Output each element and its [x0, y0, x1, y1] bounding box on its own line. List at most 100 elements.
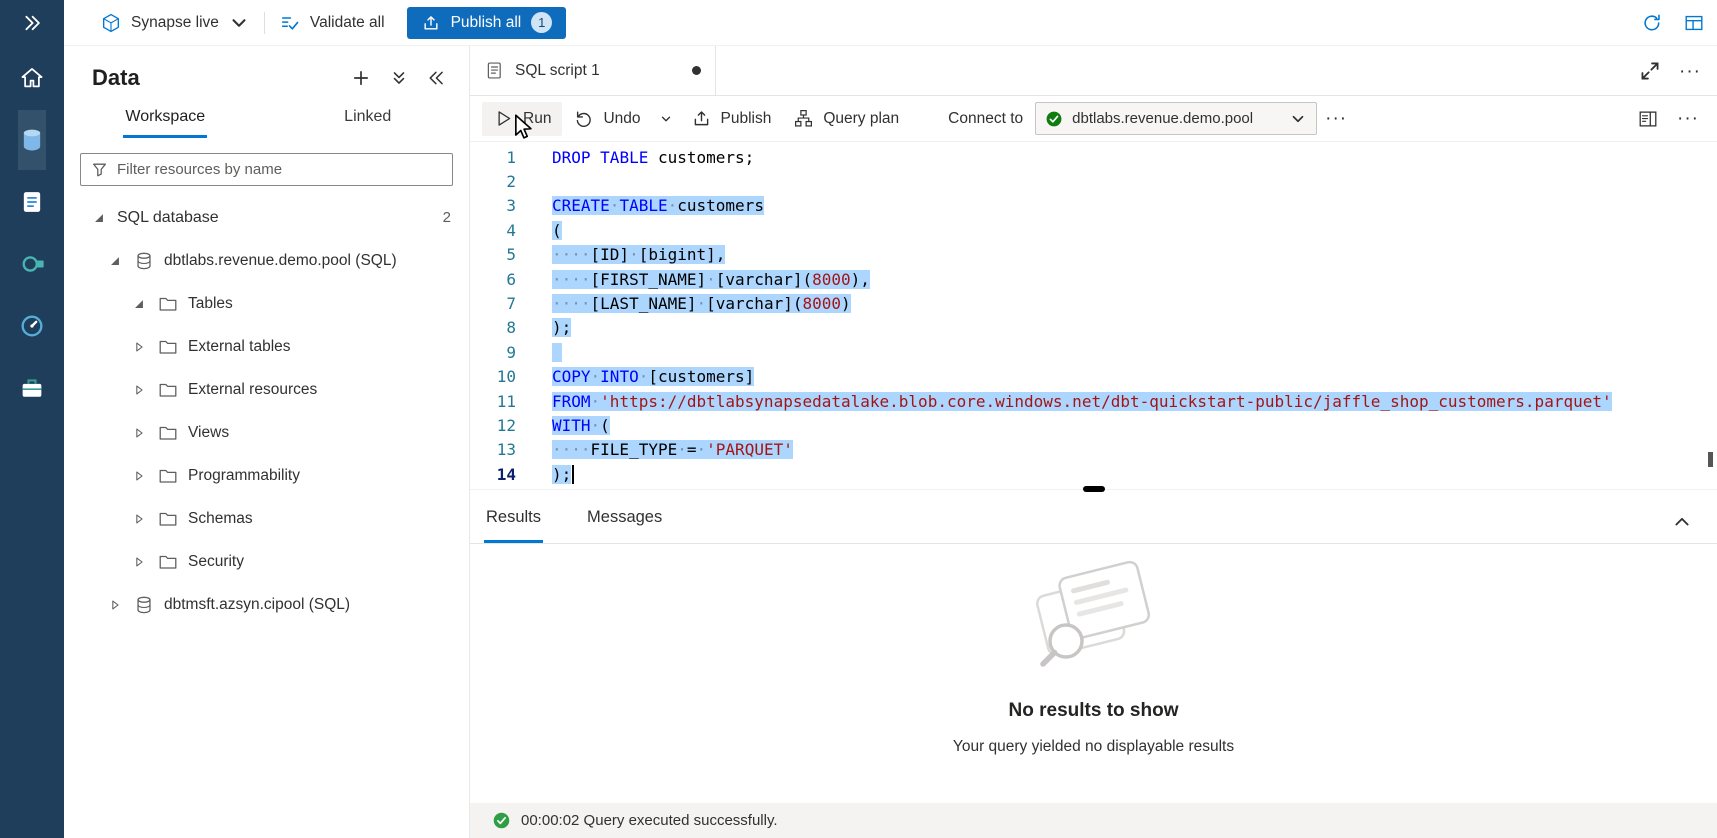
nav-rail-item-monitor[interactable]	[18, 296, 46, 356]
chevron-up-icon	[1672, 512, 1692, 532]
mode-selector[interactable]: Synapse live	[86, 0, 264, 45]
tree-item-external-tables[interactable]: External tables	[64, 325, 469, 368]
tab-more-button[interactable]: ···	[1671, 52, 1709, 90]
tree-item-programmability[interactable]: Programmability	[64, 454, 469, 497]
code-line-7[interactable]: 7····[LAST_NAME]·[varchar](8000)	[470, 291, 1717, 315]
validate-all-button[interactable]: Validate all	[265, 0, 399, 45]
undo-icon	[573, 108, 594, 129]
code-line-13[interactable]: 13····FILE_TYPE·=·'PARQUET'	[470, 438, 1717, 462]
splitter-handle[interactable]	[1083, 486, 1105, 492]
expand-node-icon[interactable]	[130, 467, 148, 485]
expand-nav-button[interactable]	[0, 0, 64, 46]
collapse-results-button[interactable]	[1663, 503, 1701, 541]
validate-all-label: Validate all	[310, 14, 385, 32]
nav-rail-item-home[interactable]	[18, 48, 46, 108]
tree-item-schemas[interactable]: Schemas	[64, 497, 469, 540]
code-line-10[interactable]: 10COPY·INTO·[customers]	[470, 365, 1717, 389]
nav-rail	[0, 0, 64, 838]
toolbar-overflow-button[interactable]: ···	[1669, 100, 1707, 138]
filter-resources-input[interactable]	[117, 161, 442, 178]
undo-dropdown-button[interactable]	[652, 102, 680, 136]
code-line-12[interactable]: 12WITH·(	[470, 413, 1717, 437]
line-number: 6	[470, 270, 516, 289]
collapse-all-button[interactable]	[383, 62, 415, 94]
tabstrip-actions: ···	[1631, 52, 1709, 90]
expand-editor-button[interactable]	[1631, 52, 1669, 90]
tab-results[interactable]: Results	[484, 496, 543, 543]
collapse-node-icon[interactable]	[130, 295, 148, 313]
tab-linked[interactable]: Linked	[267, 102, 470, 138]
tab-messages[interactable]: Messages	[585, 496, 664, 543]
tree-item-label: External resources	[188, 381, 317, 399]
code-line-3[interactable]: 3CREATE·TABLE·customers	[470, 194, 1717, 218]
add-resource-button[interactable]	[345, 62, 377, 94]
code-line-14[interactable]: 14);	[470, 462, 1717, 486]
line-text: );	[516, 318, 571, 337]
line-number: 2	[470, 172, 516, 191]
properties-button[interactable]	[1629, 100, 1667, 138]
tree-item-security[interactable]: Security	[64, 540, 469, 583]
tree-item-dbtlabs-revenue-demo-pool-sql[interactable]: dbtlabs.revenue.demo.pool (SQL)	[64, 239, 469, 282]
publish-all-button[interactable]: Publish all 1	[407, 7, 567, 39]
query-plan-icon	[793, 108, 814, 129]
pool-select-dropdown[interactable]: dbtlabs.revenue.demo.pool	[1035, 102, 1317, 135]
code-line-5[interactable]: 5····[ID]·[bigint],	[470, 243, 1717, 267]
empty-results-subtitle: Your query yielded no displayable result…	[953, 738, 1234, 756]
folder-icon	[157, 422, 179, 444]
refresh-button[interactable]	[1633, 4, 1671, 42]
nav-rail-item-integrate[interactable]	[18, 234, 46, 294]
expand-node-icon[interactable]	[130, 510, 148, 528]
synapse-cube-icon	[100, 12, 122, 34]
nav-rail-item-data[interactable]	[18, 110, 46, 170]
tree-item-tables[interactable]: Tables	[64, 282, 469, 325]
expand-node-icon[interactable]	[130, 553, 148, 571]
tab-sql-script-1[interactable]: SQL script 1	[470, 46, 716, 95]
query-plan-button[interactable]: Query plan	[782, 102, 910, 136]
refresh-icon	[1641, 12, 1663, 34]
query-status-bar: 00:00:02 Query executed successfully.	[470, 803, 1717, 838]
editor-area: SQL script 1 ··· Run Undo	[470, 46, 1717, 838]
double-chevron-right-icon	[22, 13, 42, 33]
properties-panel-icon	[1637, 108, 1659, 130]
nav-rail-item-develop[interactable]	[18, 172, 46, 232]
line-text: WITH·(	[516, 416, 610, 435]
expand-node-icon[interactable]	[130, 424, 148, 442]
database-icon	[133, 250, 155, 272]
sql-code-editor[interactable]: 1DROP TABLE customers; 2 3CREATE·TABLE·cus…	[470, 142, 1717, 489]
tree-item-sql-database[interactable]: SQL database2	[64, 196, 469, 239]
collapse-node-icon[interactable]	[90, 209, 108, 227]
tree-item-external-resources[interactable]: External resources	[64, 368, 469, 411]
add-icon	[352, 69, 370, 87]
folder-icon	[157, 465, 179, 487]
expand-node-icon[interactable]	[106, 596, 124, 614]
grid-icon	[1683, 12, 1705, 34]
collapse-panel-button[interactable]	[421, 62, 453, 94]
grid-view-button[interactable]	[1675, 4, 1713, 42]
undo-button[interactable]: Undo	[562, 102, 651, 136]
code-line-11[interactable]: 11FROM·'https://dbtlabsynapsedatalake.bl…	[470, 389, 1717, 413]
expand-node-icon[interactable]	[130, 381, 148, 399]
tree-item-dbtmsft-azsyn-cipool-sql[interactable]: dbtmsft.azsyn.cipool (SQL)	[64, 583, 469, 626]
tab-workspace-label: Workspace	[123, 102, 207, 138]
code-line-2[interactable]: 2	[470, 169, 1717, 193]
data-panel-tabs: Workspace Linked	[64, 102, 469, 138]
collapse-node-icon[interactable]	[106, 252, 124, 270]
tree-item-views[interactable]: Views	[64, 411, 469, 454]
toolbar-more-button[interactable]: ···	[1317, 100, 1355, 138]
expand-node-icon[interactable]	[130, 338, 148, 356]
code-line-4[interactable]: 4(	[470, 218, 1717, 242]
tab-linked-label: Linked	[342, 102, 393, 138]
folder-icon	[157, 336, 179, 358]
query-plan-label: Query plan	[823, 110, 899, 128]
play-icon	[493, 108, 514, 129]
code-line-6[interactable]: 6····[FIRST_NAME]·[varchar](8000),	[470, 267, 1717, 291]
tab-results-label: Results	[486, 508, 541, 526]
run-button[interactable]: Run	[482, 102, 562, 136]
line-number: 5	[470, 245, 516, 264]
nav-rail-item-manage[interactable]	[18, 358, 46, 418]
publish-button[interactable]: Publish	[680, 102, 783, 136]
tab-workspace[interactable]: Workspace	[64, 102, 267, 138]
code-line-1[interactable]: 1DROP TABLE customers;	[470, 145, 1717, 169]
code-line-8[interactable]: 8);	[470, 316, 1717, 340]
code-line-9[interactable]: 9	[470, 340, 1717, 364]
